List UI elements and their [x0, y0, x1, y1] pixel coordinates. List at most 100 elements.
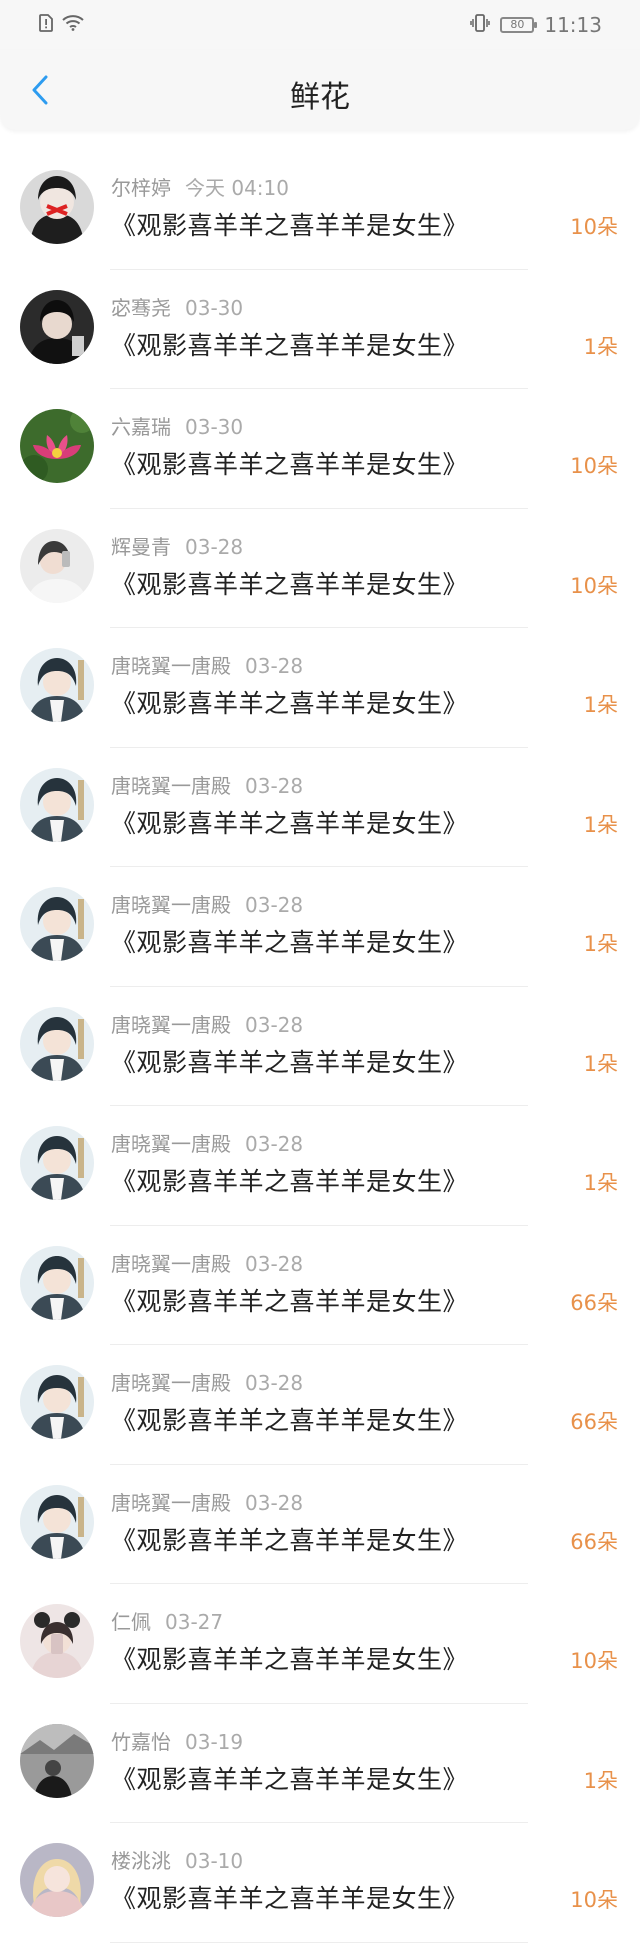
list-item[interactable]: 唐晓翼一唐殿 03-28 《观影喜羊羊之喜羊羊是女生》 1朵 [0, 628, 640, 748]
flower-count: 1朵 [583, 334, 618, 359]
sender-line: 仁佩 03-27 [111, 1606, 223, 1635]
book-title[interactable]: 《观影喜羊羊之喜羊羊是女生》 [111, 1760, 468, 1796]
sender-line: 竹嘉怡 03-19 [111, 1726, 243, 1755]
list-item[interactable]: 尔梓婷 今天 04:10 《观影喜羊羊之喜羊羊是女生》 10朵 [0, 150, 640, 270]
avatar[interactable] [20, 1604, 94, 1678]
sender-line: 唐晓翼一唐殿 03-28 [111, 1128, 303, 1157]
flower-count: 10朵 [570, 215, 618, 239]
sender-line: 唐晓翼一唐殿 03-28 [111, 1009, 303, 1038]
list-item[interactable]: 楼洮洮 03-10 《观影喜羊羊之喜羊羊是女生》 10朵 [0, 1823, 640, 1943]
book-title[interactable]: 《观影喜羊羊之喜羊羊是女生》 [111, 684, 468, 720]
list-item[interactable]: 仁佩 03-27 《观影喜羊羊之喜羊羊是女生》 10朵 [0, 1584, 640, 1704]
nav-bar: 鲜花 [0, 50, 640, 130]
book-title[interactable]: 《观影喜羊羊之喜羊羊是女生》 [111, 206, 468, 242]
book-title[interactable]: 《观影喜羊羊之喜羊羊是女生》 [111, 326, 468, 362]
avatar[interactable] [20, 1245, 94, 1320]
timestamp: 03-28 [245, 1251, 304, 1276]
avatar[interactable] [20, 1484, 94, 1559]
avatar[interactable] [20, 170, 94, 244]
sender-name: 唐晓翼一唐殿 [111, 654, 231, 678]
flower-count: 1朵 [583, 1768, 618, 1793]
avatar[interactable] [20, 1126, 94, 1200]
list-item[interactable]: 唐晓翼一唐殿 03-28 《观影喜羊羊之喜羊羊是女生》 66朵 [0, 1226, 640, 1346]
timestamp: 03-30 [185, 295, 244, 320]
flower-count: 1朵 [583, 1171, 618, 1195]
sender-line: 楼洮洮 03-10 [111, 1845, 243, 1874]
sender-line: 宓骞尧 03-30 [111, 292, 243, 321]
list-item[interactable]: 唐晓翼一唐殿 03-28 《观影喜羊羊之喜羊羊是女生》 66朵 [0, 1345, 640, 1465]
flower-count: 66朵 [570, 1529, 618, 1554]
status-bar: 80 11:13 [0, 0, 640, 50]
flower-list: 尔梓婷 今天 04:10 《观影喜羊羊之喜羊羊是女生》 10朵 宓骞尧 03-30 《观影喜… [0, 150, 640, 1943]
book-title[interactable]: 《观影喜羊羊之喜羊羊是女生》 [111, 804, 468, 840]
list-item[interactable]: 唐晓翼一唐殿 03-28 《观影喜羊羊之喜羊羊是女生》 1朵 [0, 987, 640, 1107]
timestamp: 03-10 [185, 1849, 244, 1873]
sender-name: 仁佩 [111, 1610, 151, 1634]
flower-count: 10朵 [570, 1649, 618, 1673]
avatar[interactable] [20, 1723, 94, 1798]
sim-alert-icon [38, 14, 54, 36]
sender-line: 唐晓翼一唐殿 03-28 [111, 770, 303, 799]
battery-icon: 80 [500, 17, 538, 33]
sender-line: 唐晓翼一唐殿 03-28 [111, 889, 303, 918]
avatar[interactable] [20, 409, 94, 483]
timestamp: 03-28 [185, 534, 244, 559]
book-title[interactable]: 《观影喜羊羊之喜羊羊是女生》 [111, 1162, 468, 1198]
avatar[interactable] [20, 1006, 94, 1081]
list-item[interactable]: 辉曼青 03-28 《观影喜羊羊之喜羊羊是女生》 10朵 [0, 509, 640, 629]
list-item[interactable]: 唐晓翼一唐殿 03-28 《观影喜羊羊之喜羊羊是女生》 66朵 [0, 1465, 640, 1585]
book-title[interactable]: 《观影喜羊羊之喜羊羊是女生》 [111, 445, 468, 481]
book-title[interactable]: 《观影喜羊羊之喜羊羊是女生》 [111, 1640, 468, 1676]
timestamp: 03-30 [185, 415, 244, 439]
avatar[interactable] [20, 289, 94, 364]
page-title: 鲜花 [290, 80, 350, 115]
book-title[interactable]: 《观影喜羊羊之喜羊羊是女生》 [111, 923, 468, 959]
list-item[interactable]: 唐晓翼一唐殿 03-28 《观影喜羊羊之喜羊羊是女生》 1朵 [0, 867, 640, 987]
flower-count: 1朵 [583, 812, 618, 837]
sender-name: 唐晓翼一唐殿 [111, 1012, 231, 1037]
sender-name: 唐晓翼一唐殿 [111, 1371, 231, 1395]
book-title[interactable]: 《观影喜羊羊之喜羊羊是女生》 [111, 565, 468, 601]
book-title[interactable]: 《观影喜羊羊之喜羊羊是女生》 [111, 1282, 468, 1318]
avatar[interactable] [20, 528, 94, 603]
timestamp: 03-28 [245, 773, 304, 798]
timestamp: 03-28 [245, 654, 304, 678]
sender-name: 楼洮洮 [111, 1849, 171, 1873]
book-title[interactable]: 《观影喜羊羊之喜羊羊是女生》 [111, 1401, 468, 1437]
sender-line: 唐晓翼一唐殿 03-28 [111, 1487, 303, 1516]
avatar[interactable] [20, 1843, 94, 1917]
wifi-icon [62, 15, 84, 35]
timestamp: 03-28 [245, 893, 304, 917]
list-item[interactable]: 唐晓翼一唐殿 03-28 《观影喜羊羊之喜羊羊是女生》 1朵 [0, 1106, 640, 1226]
flower-count: 1朵 [583, 1051, 618, 1076]
sender-name: 唐晓翼一唐殿 [111, 893, 231, 917]
avatar[interactable] [20, 648, 94, 722]
book-title[interactable]: 《观影喜羊羊之喜羊羊是女生》 [111, 1043, 468, 1079]
timestamp: 今天 04:10 [185, 176, 289, 200]
flower-count: 10朵 [570, 1888, 618, 1912]
flower-count: 1朵 [583, 693, 618, 717]
sender-line: 六嘉瑞 03-30 [111, 411, 243, 440]
flower-count: 10朵 [570, 454, 618, 478]
sender-name: 辉曼青 [111, 534, 171, 559]
timestamp: 03-27 [165, 1610, 224, 1634]
book-title[interactable]: 《观影喜羊羊之喜羊羊是女生》 [111, 1521, 468, 1557]
list-item[interactable]: 宓骞尧 03-30 《观影喜羊羊之喜羊羊是女生》 1朵 [0, 270, 640, 390]
sender-line: 唐晓翼一唐殿 03-28 [111, 1367, 303, 1396]
sender-name: 唐晓翼一唐殿 [111, 1251, 231, 1276]
sender-name: 唐晓翼一唐殿 [111, 1132, 231, 1156]
book-title[interactable]: 《观影喜羊羊之喜羊羊是女生》 [111, 1879, 468, 1915]
list-item[interactable]: 竹嘉怡 03-19 《观影喜羊羊之喜羊羊是女生》 1朵 [0, 1704, 640, 1824]
sender-line: 辉曼青 03-28 [111, 531, 243, 560]
list-item[interactable]: 六嘉瑞 03-30 《观影喜羊羊之喜羊羊是女生》 10朵 [0, 389, 640, 509]
sender-line: 唐晓翼一唐殿 03-28 [111, 650, 303, 679]
avatar[interactable] [20, 1365, 94, 1439]
sender-name: 尔梓婷 [111, 176, 171, 200]
timestamp: 03-19 [185, 1729, 244, 1754]
sender-name: 唐晓翼一唐殿 [111, 773, 231, 798]
avatar[interactable] [20, 767, 94, 842]
avatar[interactable] [20, 887, 94, 961]
list-item[interactable]: 唐晓翼一唐殿 03-28 《观影喜羊羊之喜羊羊是女生》 1朵 [0, 748, 640, 868]
sender-line: 尔梓婷 今天 04:10 [111, 172, 289, 201]
sender-line: 唐晓翼一唐殿 03-28 [111, 1248, 303, 1277]
